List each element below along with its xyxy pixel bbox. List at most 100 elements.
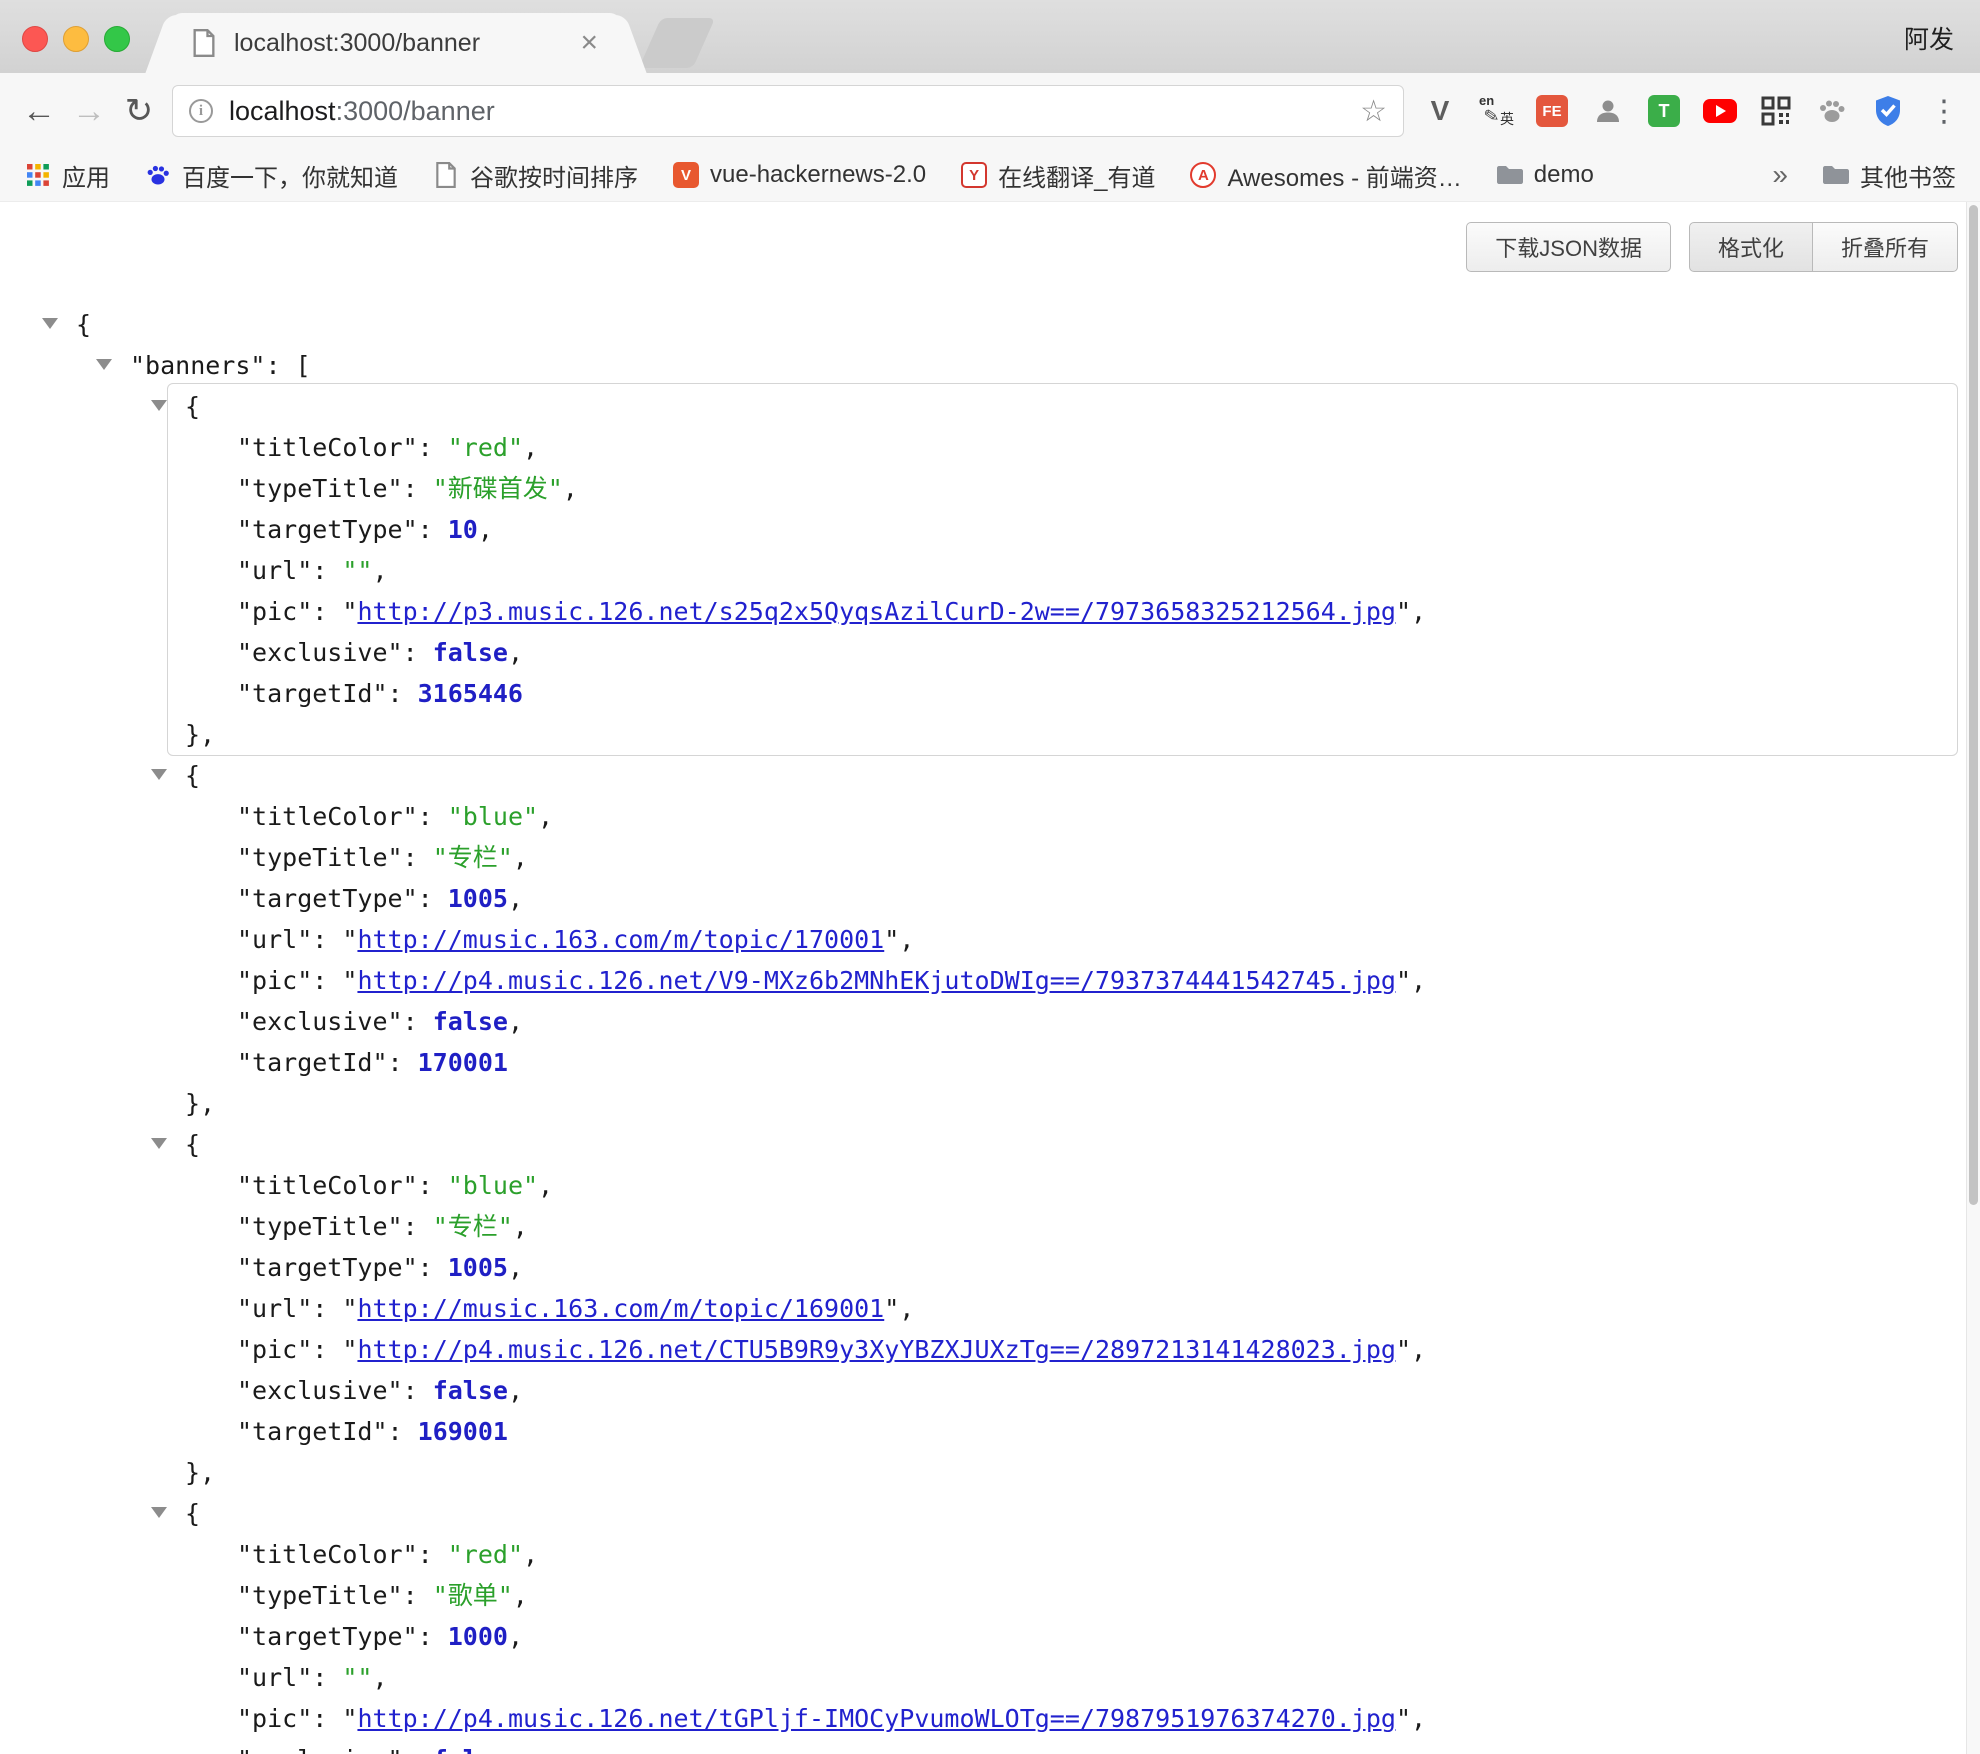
json-line: "pic": "http://p4.music.126.net/tGPljf-I… <box>175 1698 1958 1739</box>
json-line: }, <box>175 1083 1958 1124</box>
folder-icon <box>1496 161 1524 189</box>
json-line: "targetType": 1000, <box>175 1616 1958 1657</box>
collapse-toggle-icon[interactable] <box>42 318 58 329</box>
json-line: "typeTitle": "专栏", <box>175 837 1958 878</box>
vue-icon: V <box>672 161 700 189</box>
json-line: "exclusive": false, <box>175 1001 1958 1042</box>
green-shield-extension-icon[interactable]: T <box>1646 93 1682 129</box>
json-line: "pic": "http://p3.music.126.net/s25q2x5Q… <box>175 591 1958 632</box>
tab-close-icon[interactable]: × <box>576 30 602 56</box>
json-line: "targetId": 169001 <box>175 1411 1958 1452</box>
folder-icon <box>1822 161 1850 189</box>
json-line: "exclusive": false <box>175 1739 1958 1754</box>
json-line: "url": "", <box>175 550 1958 591</box>
browser-window: localhost:3000/banner × 阿发 ← → ↻ i local… <box>0 0 1980 1754</box>
json-link[interactable]: http://p4.music.126.net/tGPljf-IMOCyPvum… <box>357 1704 1396 1733</box>
paw-extension-icon[interactable] <box>1814 93 1850 129</box>
zoom-window-button[interactable] <box>104 26 130 52</box>
format-button[interactable]: 格式化 <box>1689 222 1813 272</box>
bookmark-item-apps[interactable]: 应用 <box>24 158 110 193</box>
bookmark-item-youdao[interactable]: Y 在线翻译_有道 <box>960 158 1155 193</box>
json-line: "titleColor": "blue", <box>175 1165 1958 1206</box>
translate-extension-icon[interactable]: en 英 ✎ <box>1478 93 1514 129</box>
fehelper-extension-icon[interactable]: FE <box>1534 93 1570 129</box>
json-line: "url": "http://music.163.com/m/topic/170… <box>175 919 1958 960</box>
page-content: 下载JSON数据 格式化 折叠所有 {"banners": [{"titleCo… <box>0 202 1980 1754</box>
format-segmented-control: 格式化 折叠所有 <box>1689 222 1958 272</box>
json-line: "typeTitle": "新碟首发", <box>175 468 1958 509</box>
qrcode-extension-icon[interactable] <box>1758 93 1794 129</box>
json-line: "url": "http://music.163.com/m/topic/169… <box>175 1288 1958 1329</box>
collapse-all-button[interactable]: 折叠所有 <box>1813 222 1958 272</box>
minimize-window-button[interactable] <box>63 26 89 52</box>
forward-button[interactable]: → <box>64 86 114 136</box>
youtube-extension-icon[interactable] <box>1702 93 1738 129</box>
collapse-toggle-icon[interactable] <box>151 400 167 411</box>
page-favicon-icon <box>190 29 218 57</box>
bookmark-item-vue-hackernews[interactable]: V vue-hackernews-2.0 <box>672 161 926 189</box>
profile-name[interactable]: 阿发 <box>1904 20 1954 56</box>
new-tab-button[interactable] <box>639 18 715 68</box>
json-line: "exclusive": false, <box>175 1370 1958 1411</box>
json-line: { <box>175 386 1958 427</box>
json-line: "pic": "http://p4.music.126.net/CTU5B9R9… <box>175 1329 1958 1370</box>
reload-button[interactable]: ↻ <box>114 86 164 136</box>
collapse-toggle-icon[interactable] <box>96 359 112 370</box>
json-line: { <box>0 304 1966 345</box>
banner-object-block: {"titleColor": "red","typeTitle": "新碟首发"… <box>175 386 1958 755</box>
json-line: "targetType": 1005, <box>175 1247 1958 1288</box>
json-line: "titleColor": "red", <box>175 427 1958 468</box>
json-line: "titleColor": "red", <box>175 1534 1958 1575</box>
bookmark-item-awesomes[interactable]: A Awesomes - 前端资… <box>1189 158 1461 193</box>
json-line: "targetId": 3165446 <box>175 673 1958 714</box>
json-line: }, <box>175 1452 1958 1493</box>
blue-shield-extension-icon[interactable] <box>1870 93 1906 129</box>
json-link[interactable]: http://p3.music.126.net/s25q2x5QyqsAzilC… <box>357 597 1396 626</box>
json-viewer-toolbar: 下载JSON数据 格式化 折叠所有 <box>0 202 1966 272</box>
json-link[interactable]: http://p4.music.126.net/V9-MXz6b2MNhEKju… <box>357 966 1396 995</box>
other-bookmarks-folder[interactable]: 其他书签 <box>1822 158 1956 193</box>
person-extension-icon[interactable] <box>1590 93 1626 129</box>
json-link[interactable]: http://music.163.com/m/topic/170001 <box>357 925 884 954</box>
vertical-scrollbar <box>1966 202 1980 1754</box>
bookmark-star-icon[interactable]: ☆ <box>1360 94 1387 129</box>
bookmarks-overflow-chevron[interactable]: » <box>1772 159 1788 191</box>
tab-strip: localhost:3000/banner × 阿发 <box>0 0 1980 73</box>
bookmark-item-demo[interactable]: demo <box>1496 161 1594 189</box>
close-window-button[interactable] <box>22 26 48 52</box>
url-text: localhost:3000/banner <box>229 96 495 127</box>
vimium-extension-icon[interactable]: V <box>1422 93 1458 129</box>
json-line: "targetType": 1005, <box>175 878 1958 919</box>
url-path: :3000/banner <box>336 96 495 126</box>
banner-object-block: {"titleColor": "blue","typeTitle": "专栏",… <box>175 1124 1958 1493</box>
json-link[interactable]: http://p4.music.126.net/CTU5B9R9y3XyYBZX… <box>357 1335 1396 1364</box>
json-line: "url": "", <box>175 1657 1958 1698</box>
json-line: "typeTitle": "专栏", <box>175 1206 1958 1247</box>
collapse-toggle-icon[interactable] <box>151 1507 167 1518</box>
toolbar: ← → ↻ i localhost:3000/banner ☆ V en 英 ✎… <box>0 73 1980 149</box>
json-line: "targetType": 10, <box>175 509 1958 550</box>
extension-icons: V en 英 ✎ FE T ⋮ <box>1416 93 1968 129</box>
browser-tab[interactable]: localhost:3000/banner × <box>172 13 620 73</box>
apps-grid-icon <box>24 161 52 189</box>
json-line: "pic": "http://p4.music.126.net/V9-MXz6b… <box>175 960 1958 1001</box>
page-info-icon[interactable]: i <box>189 99 213 123</box>
banner-object-block: {"titleColor": "blue","typeTitle": "专栏",… <box>175 755 1958 1124</box>
bookmark-item-google-sort[interactable]: 谷歌按时间排序 <box>432 158 638 193</box>
bookmarks-bar: 应用 百度一下，你就知道 谷歌按时间排序 V vue-hackernews-2.… <box>0 149 1980 202</box>
bookmark-item-baidu[interactable]: 百度一下，你就知道 <box>144 158 398 193</box>
json-line: "banners": [ <box>0 345 1966 386</box>
page-icon <box>432 161 460 189</box>
collapse-toggle-icon[interactable] <box>151 1138 167 1149</box>
back-button[interactable]: ← <box>14 86 64 136</box>
scrollbar-thumb[interactable] <box>1969 205 1978 1205</box>
address-bar[interactable]: i localhost:3000/banner ☆ <box>172 85 1404 137</box>
download-json-button[interactable]: 下载JSON数据 <box>1466 222 1671 272</box>
browser-menu-icon[interactable]: ⋮ <box>1926 93 1962 129</box>
json-line: "exclusive": false, <box>175 632 1958 673</box>
awesomes-icon: A <box>1189 161 1217 189</box>
collapse-toggle-icon[interactable] <box>151 769 167 780</box>
tab-title: localhost:3000/banner <box>234 29 576 58</box>
json-link[interactable]: http://music.163.com/m/topic/169001 <box>357 1294 884 1323</box>
banner-object-block: {"titleColor": "red","typeTitle": "歌单","… <box>175 1493 1958 1754</box>
